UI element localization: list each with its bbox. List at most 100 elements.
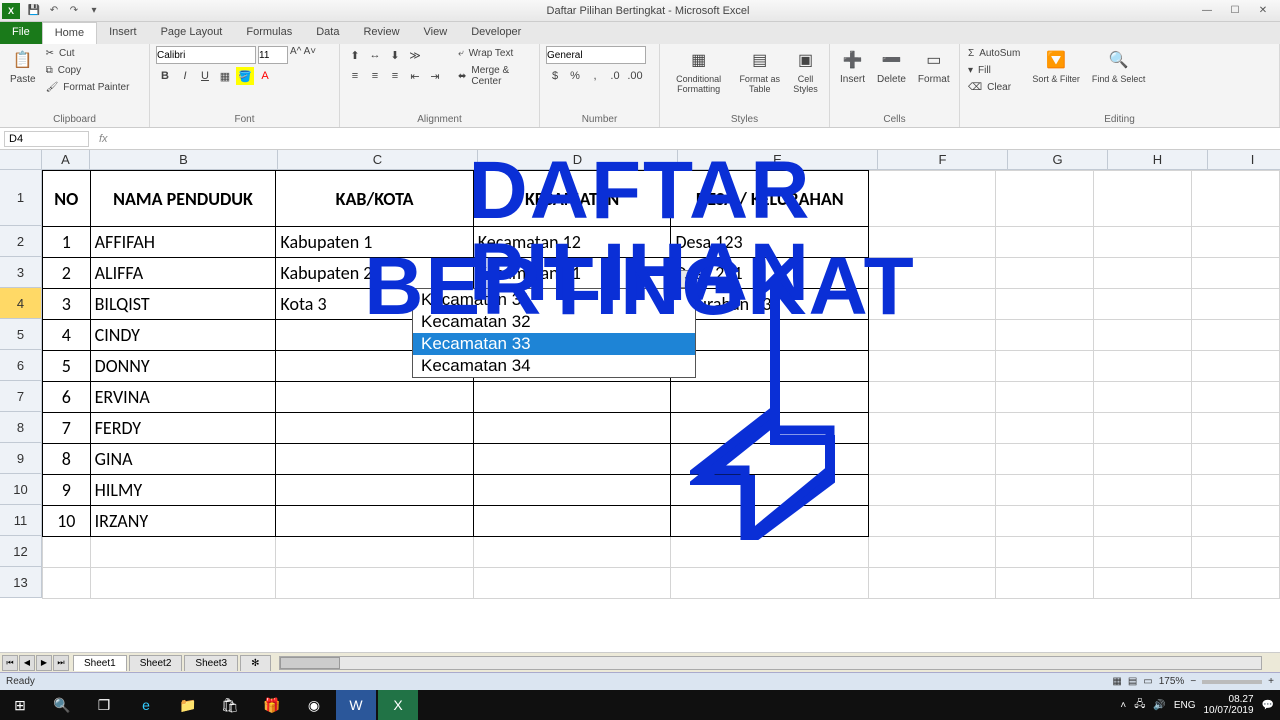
- sheet-tab-1[interactable]: Sheet1: [73, 655, 127, 671]
- name-box[interactable]: [4, 131, 89, 147]
- row-header-5[interactable]: 5: [0, 319, 42, 350]
- border-button[interactable]: ▦: [216, 67, 234, 85]
- cell-kec-7[interactable]: [473, 382, 671, 413]
- row-header-8[interactable]: 8: [0, 412, 42, 443]
- zoom-in-button[interactable]: +: [1268, 676, 1274, 687]
- view-layout-icon[interactable]: ▤: [1128, 676, 1137, 687]
- cell-kab-3[interactable]: Kabupaten 2: [276, 258, 473, 289]
- fill-color-button[interactable]: 🪣: [236, 67, 254, 85]
- maximize-button[interactable]: ☐: [1222, 3, 1248, 19]
- chrome-icon[interactable]: ◉: [294, 690, 334, 720]
- wrap-text-button[interactable]: ⤶ Wrap Text: [456, 46, 533, 61]
- cell-no-8[interactable]: 7: [43, 413, 91, 444]
- select-all-corner[interactable]: [0, 150, 42, 170]
- tray-volume-icon[interactable]: 🔊: [1153, 700, 1165, 711]
- header-kec[interactable]: KECAMATAN: [473, 171, 671, 227]
- cell-kab-9[interactable]: [276, 444, 473, 475]
- close-button[interactable]: ✕: [1250, 3, 1276, 19]
- row-header-11[interactable]: 11: [0, 505, 42, 536]
- sheet-tab-3[interactable]: Sheet3: [184, 655, 238, 671]
- column-header-H[interactable]: H: [1108, 150, 1208, 170]
- cell-desa-8[interactable]: [671, 413, 869, 444]
- sheet-tab-new[interactable]: ✻: [240, 655, 270, 671]
- row-header-10[interactable]: 10: [0, 474, 42, 505]
- copy-button[interactable]: ⧉ Copy: [44, 63, 134, 78]
- cell-desa-4[interactable]: Kelurahan 332: [671, 289, 869, 320]
- view-pagebreak-icon[interactable]: ▭: [1143, 676, 1152, 687]
- tray-network-icon[interactable]: 🖧: [1134, 697, 1145, 714]
- cut-button[interactable]: ✂ Cut: [44, 46, 134, 61]
- header-no[interactable]: NO: [43, 171, 91, 227]
- cell-no-3[interactable]: 2: [43, 258, 91, 289]
- spreadsheet-grid[interactable]: ABCDEFGHI 12345678910111213 NONAMA PENDU…: [0, 150, 1280, 710]
- sheet-nav-first[interactable]: ⏮: [2, 655, 18, 671]
- header-nama[interactable]: NAMA PENDUDUK: [90, 171, 276, 227]
- delete-cells-button[interactable]: ➖Delete: [873, 46, 910, 87]
- align-bot[interactable]: ⬇: [386, 46, 404, 64]
- cell-no-10[interactable]: 9: [43, 475, 91, 506]
- view-normal-icon[interactable]: ▦: [1112, 676, 1121, 687]
- dropdown-option[interactable]: Kecamatan 33: [413, 333, 695, 355]
- column-header-F[interactable]: F: [878, 150, 1008, 170]
- edge-icon[interactable]: e: [126, 690, 166, 720]
- cell-desa-3[interactable]: Desa 211: [671, 258, 869, 289]
- row-header-3[interactable]: 3: [0, 257, 42, 288]
- cell-no-9[interactable]: 8: [43, 444, 91, 475]
- find-select-button[interactable]: 🔍Find & Select: [1088, 46, 1150, 86]
- cell-nama-9[interactable]: GINA: [90, 444, 276, 475]
- cell-nama-3[interactable]: ALIFFA: [90, 258, 276, 289]
- horizontal-scrollbar[interactable]: [279, 656, 1263, 670]
- autosum-button[interactable]: Σ AutoSum: [966, 46, 1024, 61]
- column-header-I[interactable]: I: [1208, 150, 1280, 170]
- italic-button[interactable]: I: [176, 67, 194, 85]
- tab-file[interactable]: File: [0, 22, 42, 44]
- cell-nama-7[interactable]: ERVINA: [90, 382, 276, 413]
- tray-chevron-icon[interactable]: ˄: [1120, 700, 1126, 711]
- cell-desa-5[interactable]: [671, 320, 869, 351]
- word-icon[interactable]: W: [336, 690, 376, 720]
- tray-clock[interactable]: 08.2710/07/2019: [1203, 694, 1253, 716]
- excel-taskbar-icon[interactable]: X: [378, 690, 418, 720]
- row-header-6[interactable]: 6: [0, 350, 42, 381]
- format-painter-button[interactable]: 🖌 Format Painter: [44, 80, 134, 95]
- tab-review[interactable]: Review: [351, 22, 411, 44]
- cell-desa-7[interactable]: [671, 382, 869, 413]
- cell-no-6[interactable]: 5: [43, 351, 91, 382]
- fill-button[interactable]: ▾ Fill: [966, 63, 1024, 78]
- underline-button[interactable]: U: [196, 67, 214, 85]
- cell-kab-10[interactable]: [276, 475, 473, 506]
- cell-kec-8[interactable]: [473, 413, 671, 444]
- validation-dropdown-button[interactable]: ▾: [678, 270, 696, 288]
- column-header-G[interactable]: G: [1008, 150, 1108, 170]
- conditional-formatting-button[interactable]: ▦Conditional Formatting: [666, 46, 731, 96]
- row-header-12[interactable]: 12: [0, 536, 42, 567]
- cell-kab-2[interactable]: Kabupaten 1: [276, 227, 473, 258]
- column-header-D[interactable]: D: [478, 150, 678, 170]
- row-header-4[interactable]: 4: [0, 288, 42, 319]
- undo-icon[interactable]: ↶: [46, 3, 62, 19]
- sort-filter-button[interactable]: 🔽Sort & Filter: [1028, 46, 1084, 86]
- font-name-select[interactable]: [156, 46, 256, 64]
- cell-nama-5[interactable]: CINDY: [90, 320, 276, 351]
- sheet-nav-next[interactable]: ▶: [36, 655, 52, 671]
- align-mid[interactable]: ↔: [366, 46, 384, 64]
- cell-no-11[interactable]: 10: [43, 506, 91, 537]
- dropdown-option[interactable]: Kecamatan 32: [413, 311, 695, 333]
- explorer-icon[interactable]: 📁: [168, 690, 208, 720]
- cell-kab-11[interactable]: [276, 506, 473, 537]
- column-header-E[interactable]: E: [678, 150, 878, 170]
- cell-no-5[interactable]: 4: [43, 320, 91, 351]
- zoom-out-button[interactable]: −: [1190, 676, 1196, 687]
- align-top[interactable]: ⬆: [346, 46, 364, 64]
- tab-insert[interactable]: Insert: [97, 22, 149, 44]
- sheet-tab-2[interactable]: Sheet2: [129, 655, 183, 671]
- taskview-icon[interactable]: ❐: [84, 690, 124, 720]
- cell-no-4[interactable]: 3: [43, 289, 91, 320]
- tab-formulas[interactable]: Formulas: [234, 22, 304, 44]
- row-header-9[interactable]: 9: [0, 443, 42, 474]
- fx-icon[interactable]: fx: [99, 133, 108, 145]
- paste-button[interactable]: 📋Paste: [6, 46, 40, 87]
- dropdown-option[interactable]: Kecamatan 31: [413, 289, 695, 311]
- number-format-select[interactable]: [546, 46, 646, 64]
- cell-kec-10[interactable]: [473, 475, 671, 506]
